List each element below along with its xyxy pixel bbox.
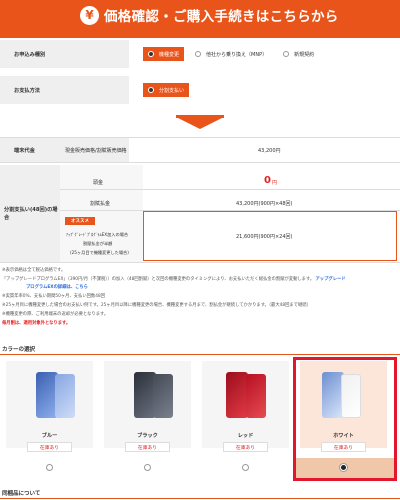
device-price-value: 43,200円 (258, 148, 281, 154)
divider (0, 262, 400, 263)
installment-label: 分割支払い(48回)の場合 (0, 165, 60, 262)
notes: ※表示価格は全て税込価格です。 「アップグレードプログラムEX」（390円/月（… (2, 268, 346, 326)
color-radio-blue[interactable] (46, 464, 53, 471)
stock-badge-blue: 在庫あり (27, 442, 72, 452)
section-divider (0, 354, 400, 355)
recommend-badge: オススメ (65, 217, 95, 225)
application-type-options: 機種変更 他社から乗り換え（MNP） 新規契約 (129, 40, 400, 68)
down-payment-label: 頭金 (93, 180, 104, 186)
divider (60, 189, 400, 190)
application-type-label: お申込み種別 (0, 40, 129, 68)
installment-total-label: 割賦払金 (90, 201, 111, 207)
option-installment[interactable]: 分割支払い (143, 83, 190, 97)
section-divider (0, 498, 400, 499)
phone-blue-back-image (55, 374, 75, 418)
color-radio-black[interactable] (144, 464, 151, 471)
bundled-section-title: 同梱品について (2, 491, 41, 497)
divider (60, 210, 400, 211)
color-name-black: ブラック (137, 433, 158, 439)
stock-badge-red: 在庫あり (223, 442, 268, 452)
down-arrow-icon (176, 117, 224, 129)
section-header: ¥ 価格確認・ご購入手続きはこちらから (0, 0, 400, 38)
divider (0, 137, 400, 138)
option-device-change[interactable]: 機種変更 (143, 47, 185, 61)
radio-icon (283, 51, 290, 57)
yen-circle-icon: ¥ (80, 5, 99, 25)
option-new-contract[interactable]: 新規契約 (278, 47, 319, 61)
phone-red-back-image (246, 374, 266, 418)
upgrade-label-2: 割賦払金が半額 (83, 241, 113, 246)
radio-icon (148, 51, 154, 57)
color-name-blue: ブルー (41, 433, 58, 439)
radio-icon (148, 87, 154, 93)
color-radio-red[interactable] (242, 464, 249, 471)
selection-highlight-frame (293, 357, 397, 481)
page-title: 価格確認・ご購入手続きはこちらから (104, 9, 339, 25)
option-mnp[interactable]: 他社から乗り換え（MNP） (190, 47, 272, 61)
stock-badge-black: 在庫あり (125, 442, 170, 452)
phone-black-back-image (153, 374, 173, 418)
device-price-sublabel: 現金販売価格/割賦販売価格 (65, 148, 127, 154)
upgrade-program-details-link[interactable]: プログラムEXの詳細は、こちら (26, 285, 88, 290)
upgrade-label-1: ｱｯﾌﾟｸﾞﾚｰﾄﾞﾌﾟﾛｸﾞﾗﾑEX加入の場合 (66, 232, 129, 237)
color-section-title: カラーの選択 (2, 347, 36, 353)
upgrade-value: 21,600円(900円×24回) (236, 234, 293, 240)
payment-method-label: お支払方法 (0, 76, 129, 104)
upgrade-label-3: (25ヶ月目で機種変更した場合) (70, 250, 129, 255)
color-name-red: レッド (237, 433, 254, 439)
phone-red-front-image (226, 372, 248, 418)
payment-method-options: 分割支払い (129, 76, 400, 104)
upgrade-program-link[interactable]: アップグレード (316, 277, 346, 282)
divider (0, 162, 400, 163)
radio-icon (195, 51, 202, 57)
down-payment-value: 0 円 (264, 175, 277, 186)
installment-total-value: 43,200円(900円×48回) (236, 201, 293, 207)
